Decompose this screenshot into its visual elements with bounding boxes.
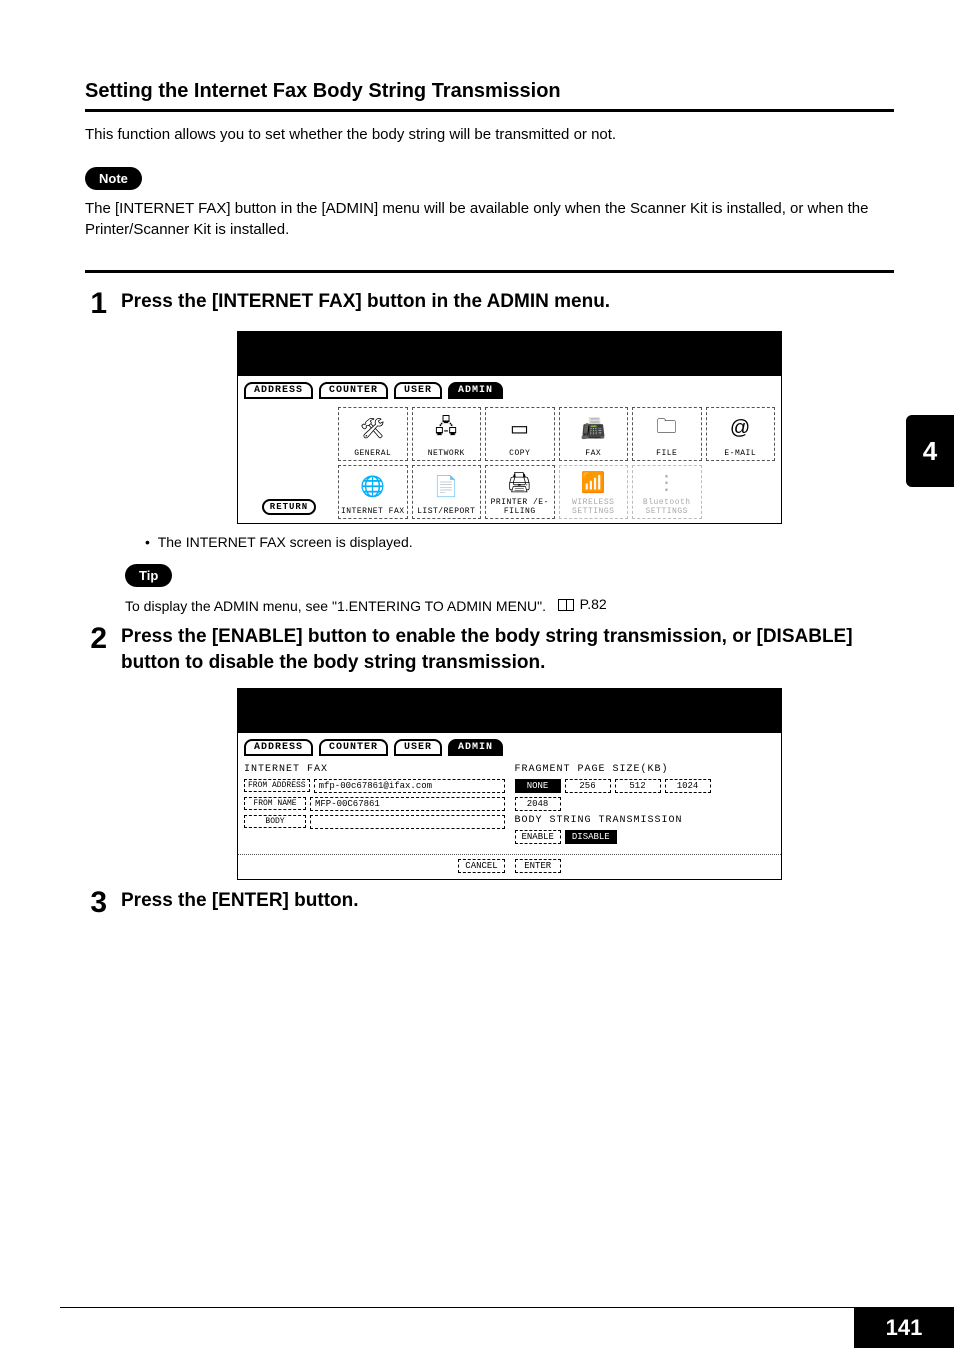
return-button[interactable]: RETURN [262, 499, 316, 515]
btn-list-report[interactable]: 📄LIST/REPORT [412, 465, 482, 519]
fragment-title: FRAGMENT PAGE SIZE(KB) [515, 764, 776, 775]
left-title: INTERNET FAX [244, 764, 505, 775]
file-icon: 🗀 [657, 408, 678, 449]
footer-rule [60, 1307, 954, 1308]
from-name-label[interactable]: FROM NAME [244, 797, 306, 810]
from-name-value: MFP-00C67861 [310, 797, 505, 811]
btn-fax[interactable]: 📠FAX [559, 407, 629, 461]
rule [85, 270, 894, 273]
book-icon [558, 599, 574, 611]
empty-cell [706, 465, 776, 519]
step-number: 3 [85, 888, 107, 918]
step-2: 2 Press the [ENABLE] button to enable th… [85, 624, 894, 675]
tab-admin[interactable]: ADMIN [448, 382, 503, 399]
device-screen-2: ADDRESS COUNTER USER ADMIN INTERNET FAX … [237, 688, 782, 880]
screen-tabs: ADDRESS COUNTER USER ADMIN [238, 733, 781, 760]
wireless-icon: 📶 [581, 466, 606, 498]
disable-button[interactable]: DISABLE [565, 830, 617, 844]
tab-admin[interactable]: ADMIN [448, 739, 503, 756]
tab-address[interactable]: ADDRESS [244, 739, 313, 756]
network-icon: 🖧 [435, 408, 458, 449]
bst-title: BODY STRING TRANSMISSION [515, 815, 776, 826]
return-col: RETURN [244, 465, 334, 519]
section-title: Setting the Internet Fax Body String Tra… [85, 80, 894, 103]
screen-tabs: ADDRESS COUNTER USER ADMIN [238, 376, 781, 403]
tip-pill: Tip [125, 564, 172, 587]
bluetooth-icon: ⋮ [657, 466, 678, 498]
btn-general[interactable]: 🛠GENERAL [338, 407, 408, 461]
step-number: 2 [85, 624, 107, 654]
fax-icon: 📠 [581, 408, 606, 449]
step-3: 3 Press the [ENTER] button. [85, 888, 894, 918]
btn-printer-efiling[interactable]: 🖨PRINTER /E-FILING [485, 465, 555, 519]
btn-copy[interactable]: ▭COPY [485, 407, 555, 461]
side-col [244, 407, 334, 461]
step-title: Press the [ENTER] button. [121, 888, 894, 914]
page-number: 141 [854, 1308, 954, 1348]
page-ref: P.82 [558, 595, 607, 615]
bullet-text: • The INTERNET FAX screen is displayed. [145, 534, 894, 550]
btn-file[interactable]: 🗀FILE [632, 407, 702, 461]
opt-1024[interactable]: 1024 [665, 779, 711, 793]
opt-512[interactable]: 512 [615, 779, 661, 793]
screen-header [238, 689, 781, 733]
tab-counter[interactable]: COUNTER [319, 382, 388, 399]
intro-text: This function allows you to set whether … [85, 126, 894, 143]
rule [85, 109, 894, 112]
device-screen-1: ADDRESS COUNTER USER ADMIN 🛠GENERAL 🖧NET… [237, 331, 782, 524]
opt-2048[interactable]: 2048 [515, 797, 561, 811]
list-icon: 📄 [434, 466, 459, 507]
tab-user[interactable]: USER [394, 382, 442, 399]
tab-user[interactable]: USER [394, 739, 442, 756]
tip-body: To display the ADMIN menu, see "1.ENTERI… [125, 595, 894, 616]
step-1: 1 Press the [INTERNET FAX] button in the… [85, 289, 894, 319]
cancel-button[interactable]: CANCEL [458, 859, 504, 873]
printer-icon: 🖨 [507, 466, 533, 498]
from-address-label[interactable]: FROM ADDRESS [244, 779, 310, 792]
step-title: Press the [ENABLE] button to enable the … [121, 624, 894, 675]
btn-network[interactable]: 🖧NETWORK [412, 407, 482, 461]
btn-internet-fax[interactable]: 🌐INTERNET FAX [338, 465, 408, 519]
note-body: The [INTERNET FAX] button in the [ADMIN]… [85, 198, 894, 240]
tab-counter[interactable]: COUNTER [319, 739, 388, 756]
note-pill: Note [85, 167, 142, 190]
btn-wireless: 📶WIRELESS SETTINGS [559, 465, 629, 519]
body-label[interactable]: BODY [244, 815, 306, 828]
btn-bluetooth: ⋮Bluetooth SETTINGS [632, 465, 702, 519]
body-value [310, 815, 505, 829]
enter-button[interactable]: ENTER [515, 859, 561, 873]
from-address-value: mfp-00c67861@ifax.com [314, 779, 505, 793]
copy-icon: ▭ [510, 408, 529, 449]
step-number: 1 [85, 289, 107, 319]
globe-icon: 🌐 [360, 466, 385, 507]
opt-256[interactable]: 256 [565, 779, 611, 793]
step-title: Press the [INTERNET FAX] button in the A… [121, 289, 894, 315]
wrench-icon: 🛠 [360, 408, 386, 449]
chapter-thumb-tab: 4 [906, 415, 954, 487]
enable-button[interactable]: ENABLE [515, 830, 561, 844]
btn-email[interactable]: @E-MAIL [706, 407, 776, 461]
tab-address[interactable]: ADDRESS [244, 382, 313, 399]
opt-none[interactable]: NONE [515, 779, 561, 793]
email-icon: @ [730, 408, 751, 449]
screen-header [238, 332, 781, 376]
